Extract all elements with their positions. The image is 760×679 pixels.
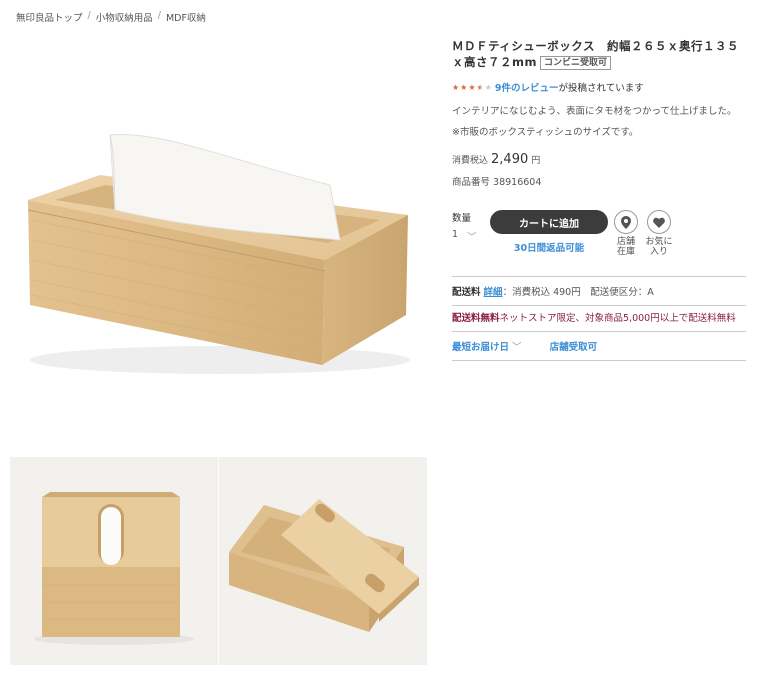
delivery-options: 最短お届け日 ﹀ 店舗受取可 [452,332,746,360]
quantity-dropdown[interactable]: 1 ﹀ [452,229,490,243]
fastest-delivery-label: 最短お届け日 [452,342,510,353]
favorite-label: お気に入り [645,237,673,257]
divider [452,360,746,361]
product-note: ※市販のボックスティッシュのサイズです。 [452,127,639,138]
store-stock-label: 店舗在庫 [617,237,636,257]
shipping-fee-row: 配送料 詳細：消費税込 490円 配送便区分：A [452,277,746,305]
free-shipping-row: 配送料無料 ネットストア限定、対象商品5,000円以上で配送料無料 [452,306,746,331]
heart-icon [647,210,671,234]
product-thumbnail[interactable] [10,457,218,665]
free-shipping-label: 配送料無料 [452,313,500,324]
review-summary: ★ ★ ★ ★ ★ 9件のレビューが投稿されています [452,80,746,95]
cart-area: 数量 1 ﹀ カートに追加 30日間返品可能 店舗在庫 お気に入り [452,210,746,270]
quantity-value: 1 [452,229,459,240]
price-unit: 円 [531,156,541,166]
price-label: 消費税込 [452,156,489,166]
breadcrumb-category[interactable]: 小物収納用品 [96,10,153,24]
shipping-text: ：消費税込 490円 配送便区分：A [502,287,654,298]
location-pin-icon [614,210,638,234]
rating-stars: ★ ★ ★ ★ ★ [452,83,492,92]
star-half-icon: ★ [476,82,484,92]
store-pickup-link[interactable]: 店舗受取可 [550,339,598,353]
quantity-label: 数量 [452,213,472,224]
review-link[interactable]: 9件のレビュー [495,83,559,94]
shipping-label: 配送料 [452,287,481,298]
product-thumbnail[interactable] [219,457,427,665]
main-product-image[interactable] [10,35,425,435]
sku: 商品番号 38916604 [452,174,746,188]
star-empty-icon: ★ [484,82,492,92]
favorite-button[interactable]: お気に入り [644,210,674,270]
chevron-down-icon: ﹀ [512,342,522,353]
sku-label: 商品番号 [452,177,491,188]
breadcrumb-home[interactable]: 無印良品トップ [16,10,83,24]
pickup-badge: コンビニ受取可 [539,56,611,70]
free-shipping-text: ネットストア限定、対象商品5,000円以上で配送料無料 [499,313,736,324]
add-to-cart-button[interactable]: カートに追加 [490,210,608,234]
breadcrumb-separator: / [87,10,91,21]
shipping-detail-link[interactable]: 詳細 [484,287,503,298]
product-info-panel: ＭＤＦティシューボックス 約幅２６５ｘ奥行１３５ｘ高さ７２mm コンビニ受取可 ★… [452,38,746,361]
star-full-icon: ★ [468,82,476,92]
price: 消費税込 2,490 円 [452,152,746,167]
breadcrumb-separator: / [157,10,161,21]
product-description: インテリアになじむよう、表面にタモ材をつかって仕上げました。 [452,106,737,117]
price-value: 2,490 [491,152,529,167]
store-stock-button[interactable]: 店舗在庫 [611,210,641,270]
breadcrumb: 無印良品トップ / 小物収納用品 / MDF収納 [16,10,206,24]
product-title: ＭＤＦティシューボックス 約幅２６５ｘ奥行１３５ｘ高さ７２mm コンビニ受取可 [452,39,739,70]
return-policy-note: 30日間返品可能 [513,243,585,254]
sku-value: 38916604 [493,177,542,188]
star-full-icon: ★ [452,82,460,92]
star-full-icon: ★ [460,82,468,92]
quantity-selector: 数量 1 ﹀ [452,210,490,270]
breadcrumb-subcategory[interactable]: MDF収納 [166,10,206,24]
review-suffix: が投稿されています [558,83,644,94]
fastest-delivery-toggle[interactable]: 最短お届け日 ﹀ [452,339,522,353]
chevron-down-icon: ﹀ [467,232,477,243]
